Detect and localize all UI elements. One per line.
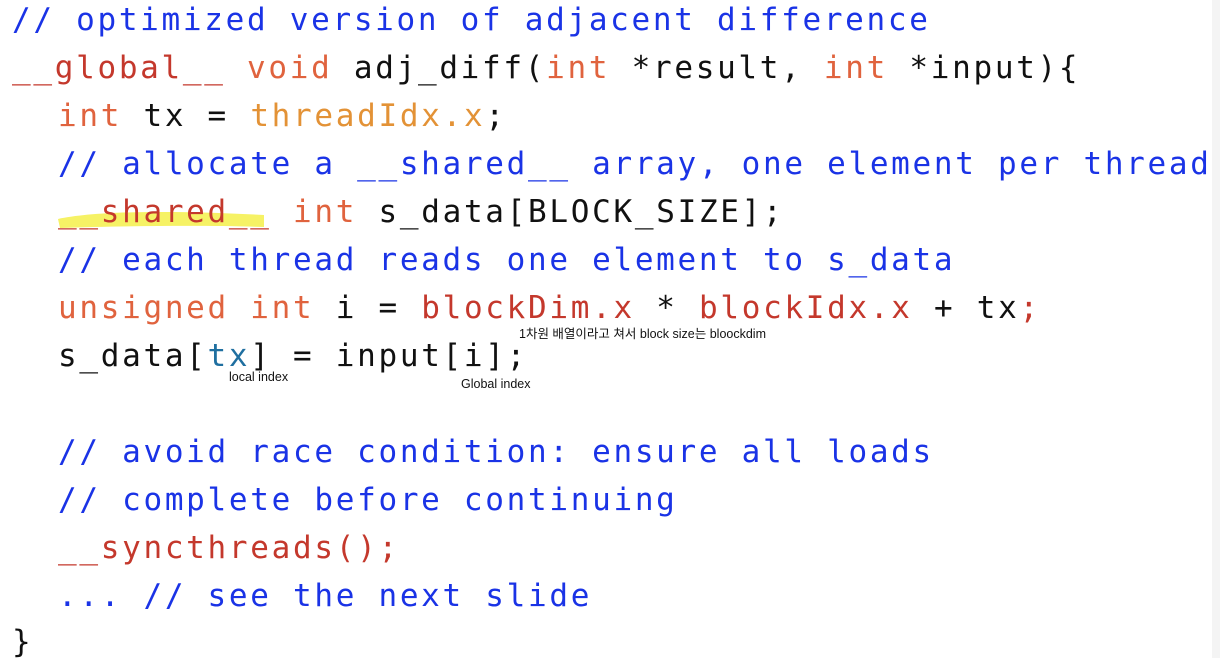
tx-assign: tx = <box>143 98 229 134</box>
thread-idx-builtin: threadIdx.x <box>250 98 486 134</box>
i-assign: i = <box>335 290 400 326</box>
code-line-comment-race: // avoid race condition: ensure all load… <box>58 434 934 470</box>
block-dim-builtin: blockDim.x <box>421 290 635 326</box>
param-result: *result, <box>631 50 803 86</box>
code-line-global-index: unsigned int i = blockDim.x * blockIdx.x… <box>58 290 1041 326</box>
multiply-operator: * <box>656 290 678 326</box>
code-line-kernel-signature: __global__ void adj_diff(int *result, in… <box>12 50 1080 86</box>
code-line-see-next-slide: ... // see the next slide <box>58 578 593 614</box>
semicolon: ; <box>1019 290 1041 326</box>
s-data-index-open: s_data[ <box>58 338 208 374</box>
int-keyword: int <box>58 98 123 134</box>
annotation-local-index: local index <box>229 370 289 384</box>
code-line-closing-brace: } <box>12 624 34 658</box>
slide: // optimized version of adjacent differe… <box>0 0 1220 658</box>
tx-index: tx <box>207 338 251 374</box>
code-line-comment-optimized: // optimized version of adjacent differe… <box>12 2 931 38</box>
code-line-load-shared: s_data[tx] = input[i]; <box>58 338 528 374</box>
int-keyword: int <box>823 50 888 86</box>
code-line-comment-allocate: // allocate a __shared__ array, one elem… <box>58 146 1212 182</box>
window-edge <box>1212 0 1220 658</box>
code-line-shared-decl: __shared__ int s_data[BLOCK_SIZE]; <box>58 194 784 230</box>
void-keyword: void <box>247 50 333 86</box>
semicolon: ; <box>485 98 507 134</box>
plus-tx: + tx <box>934 290 1020 326</box>
annotation-global-index: Global index <box>461 377 531 391</box>
block-idx-builtin: blockIdx.x <box>698 290 913 326</box>
code-line-syncthreads: __syncthreads(); <box>58 530 400 566</box>
int-keyword: int <box>293 194 358 230</box>
annotation-block-size: 1차원 배열이라고 쳐서 block size는 bloockdim <box>519 327 767 341</box>
param-input: *input){ <box>909 50 1081 86</box>
function-name: adj_diff( <box>353 50 547 86</box>
code-line-tx: int tx = threadIdx.x; <box>58 98 507 134</box>
unsigned-int-keyword: unsigned int <box>58 290 315 326</box>
shared-qualifier: __shared__ <box>58 194 272 230</box>
code-line-comment-each-thread: // each thread reads one element to s_da… <box>58 242 956 278</box>
global-qualifier: __global__ <box>12 50 226 86</box>
code-line-comment-complete: // complete before continuing <box>58 482 678 518</box>
int-keyword: int <box>546 50 611 86</box>
s-data-array: s_data[BLOCK_SIZE]; <box>378 194 785 230</box>
assign-input: ] = input[i]; <box>250 338 529 374</box>
